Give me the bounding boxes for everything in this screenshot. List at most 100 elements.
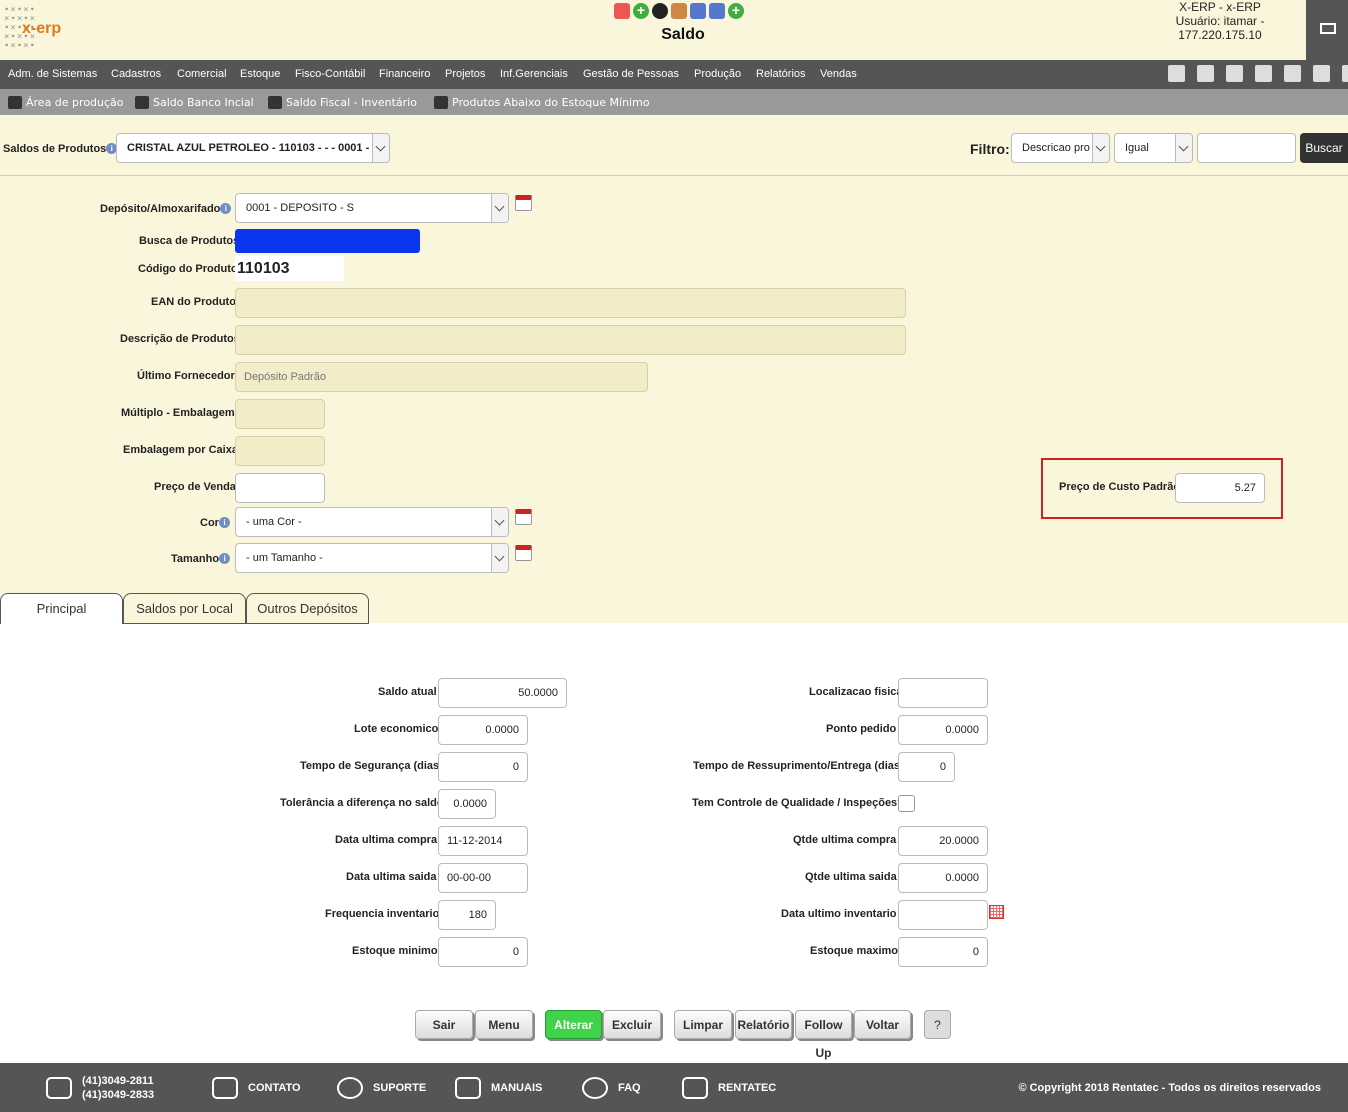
- printer-icon[interactable]: [1197, 65, 1214, 82]
- filter-op-value: Igual: [1125, 142, 1149, 154]
- footer-rentatec[interactable]: RENTATEC: [682, 1077, 776, 1099]
- relatorio-button[interactable]: Relatório: [735, 1010, 792, 1039]
- tools-icon[interactable]: [1342, 65, 1348, 82]
- menu-projetos[interactable]: Projetos: [445, 68, 485, 80]
- excluir-button[interactable]: Excluir: [603, 1010, 661, 1039]
- tempo-seguranca-input[interactable]: 0: [438, 752, 528, 782]
- lote-economico-input[interactable]: 0.0000: [438, 715, 528, 745]
- calendar-icon[interactable]: [989, 905, 1004, 919]
- badge-icon[interactable]: [1226, 65, 1243, 82]
- fornecedor-input[interactable]: Depósito Padrão: [235, 362, 648, 392]
- menu-vendas[interactable]: Vendas: [820, 68, 857, 80]
- submenu-label: Saldo Fiscal - Inventário: [286, 96, 417, 109]
- preco-venda-input[interactable]: [235, 473, 325, 503]
- mail-button[interactable]: [1306, 0, 1348, 60]
- calendar-icon[interactable]: [515, 545, 532, 561]
- home-icon[interactable]: [1168, 65, 1185, 82]
- descricao-input[interactable]: [235, 325, 906, 355]
- calendar-icon[interactable]: [515, 509, 532, 525]
- menu-financeiro[interactable]: Financeiro: [379, 68, 430, 80]
- tolerancia-input[interactable]: 0.0000: [438, 789, 496, 819]
- busca-label: Busca de Produtos: [139, 235, 240, 247]
- submenu-saldo-fiscal[interactable]: Saldo Fiscal - Inventário: [268, 96, 417, 109]
- limpar-button[interactable]: Limpar: [674, 1010, 732, 1039]
- deposito-select[interactable]: 0001 - DEPOSITO - S: [235, 193, 509, 223]
- footer-faq[interactable]: FAQ: [582, 1077, 641, 1099]
- add-icon[interactable]: +: [728, 3, 744, 19]
- footer-suporte[interactable]: SUPORTE: [337, 1077, 426, 1099]
- menu-comercial[interactable]: Comercial: [177, 68, 227, 80]
- sair-button[interactable]: Sair: [415, 1010, 473, 1039]
- menu-relatorios[interactable]: Relatórios: [756, 68, 806, 80]
- localizacao-input[interactable]: [898, 678, 988, 708]
- user-name: Usuário: itamar -: [1175, 14, 1265, 28]
- submenu-saldo-banco[interactable]: Saldo Banco Incial: [135, 96, 254, 109]
- ponto-pedido-input[interactable]: 0.0000: [898, 715, 988, 745]
- menu-estoque[interactable]: Estoque: [240, 68, 280, 80]
- card-icon[interactable]: [690, 3, 706, 19]
- footer-manuais[interactable]: MANUAIS: [455, 1077, 542, 1099]
- submenu-abaixo-estoque[interactable]: Produtos Abaixo do Estoque Mínimo: [434, 96, 650, 109]
- cor-select[interactable]: - uma Cor -: [235, 507, 509, 537]
- data-ultima-compra-input[interactable]: 11-12-2014: [438, 826, 528, 856]
- qtde-ultima-saida-input[interactable]: 0.0000: [898, 863, 988, 893]
- submenu-area-producao[interactable]: Área de produção: [8, 96, 124, 109]
- search-button[interactable]: Buscar: [1300, 133, 1348, 163]
- filter-op-select[interactable]: Igual: [1114, 133, 1193, 163]
- data-ultimo-inventario-input[interactable]: [898, 900, 988, 930]
- add-icon[interactable]: +: [633, 3, 649, 19]
- refresh-icon[interactable]: [1313, 65, 1330, 82]
- controle-qualidade-label: Tem Controle de Qualidade / Inspeções?: [692, 797, 904, 809]
- multiplo-input[interactable]: [235, 399, 325, 429]
- menu-cadastros[interactable]: Cadastros: [111, 68, 161, 80]
- filter-field-select[interactable]: Descricao pro: [1011, 133, 1110, 163]
- footer-contato[interactable]: CONTATO: [212, 1077, 301, 1099]
- tab-principal[interactable]: Principal: [0, 593, 123, 624]
- menu-producao[interactable]: Produção: [694, 68, 741, 80]
- info-icon[interactable]: i: [218, 517, 230, 528]
- chart-icon[interactable]: [671, 3, 687, 19]
- network-icon: [682, 1077, 708, 1099]
- estoque-minimo-label: Estoque minimo: [352, 945, 438, 957]
- footer-phone[interactable]: (41)3049-2811 (41)3049-2833: [46, 1074, 154, 1102]
- info-icon[interactable]: i: [219, 553, 231, 564]
- controle-qualidade-checkbox[interactable]: [898, 795, 915, 812]
- ean-label: EAN do Produto: [151, 296, 236, 308]
- calendar-icon[interactable]: [515, 195, 532, 211]
- menu-button[interactable]: Menu: [475, 1010, 533, 1039]
- document-icon[interactable]: [1255, 65, 1272, 82]
- tab-saldos-local[interactable]: Saldos por Local: [123, 593, 246, 624]
- menu-inf-gerenciais[interactable]: Inf.Gerenciais: [500, 68, 568, 80]
- menu-adm-sistemas[interactable]: Adm. de Sistemas: [8, 68, 97, 80]
- alterar-button[interactable]: Alterar: [545, 1010, 602, 1039]
- product-code-value[interactable]: 110103: [235, 256, 344, 281]
- menu-fisco-contabil[interactable]: Fisco-Contábil: [295, 68, 365, 80]
- report-icon[interactable]: [614, 3, 630, 19]
- notes-icon[interactable]: [1284, 65, 1301, 82]
- estoque-minimo-input[interactable]: 0: [438, 937, 528, 967]
- tempo-ressuprimento-input[interactable]: 0: [898, 752, 955, 782]
- embalagem-input[interactable]: [235, 436, 325, 466]
- preco-custo-input[interactable]: 5.27: [1175, 473, 1265, 503]
- followup-button[interactable]: Follow Up: [795, 1010, 852, 1060]
- help-button[interactable]: ?: [924, 1010, 951, 1039]
- menu-gestao-pessoas[interactable]: Gestão de Pessoas: [583, 68, 679, 80]
- product-search-input[interactable]: [235, 229, 420, 253]
- saldo-atual-input[interactable]: 50.0000: [438, 678, 567, 708]
- chevron-down-icon: [1175, 134, 1192, 162]
- product-select[interactable]: CRISTAL AZUL PETROLEO - 110103 - - - 000…: [116, 133, 390, 163]
- info-icon[interactable]: i: [220, 203, 232, 214]
- data-ultima-saida-label: Data ultima saida: [346, 871, 437, 883]
- voltar-button[interactable]: Voltar: [854, 1010, 911, 1039]
- deposito-label-text: Depósito/Almoxarifado: [100, 203, 221, 215]
- data-ultima-saida-input[interactable]: 00-00-00: [438, 863, 528, 893]
- frequencia-input[interactable]: 180: [438, 900, 496, 930]
- user-icon[interactable]: [652, 3, 668, 19]
- estoque-maximo-input[interactable]: 0: [898, 937, 988, 967]
- tab-outros-depositos[interactable]: Outros Depósitos: [246, 593, 369, 624]
- card-icon[interactable]: [709, 3, 725, 19]
- qtde-ultima-compra-input[interactable]: 20.0000: [898, 826, 988, 856]
- ean-input[interactable]: [235, 288, 906, 318]
- filter-value-input[interactable]: [1197, 133, 1296, 163]
- tamanho-select[interactable]: - um Tamanho -: [235, 543, 509, 573]
